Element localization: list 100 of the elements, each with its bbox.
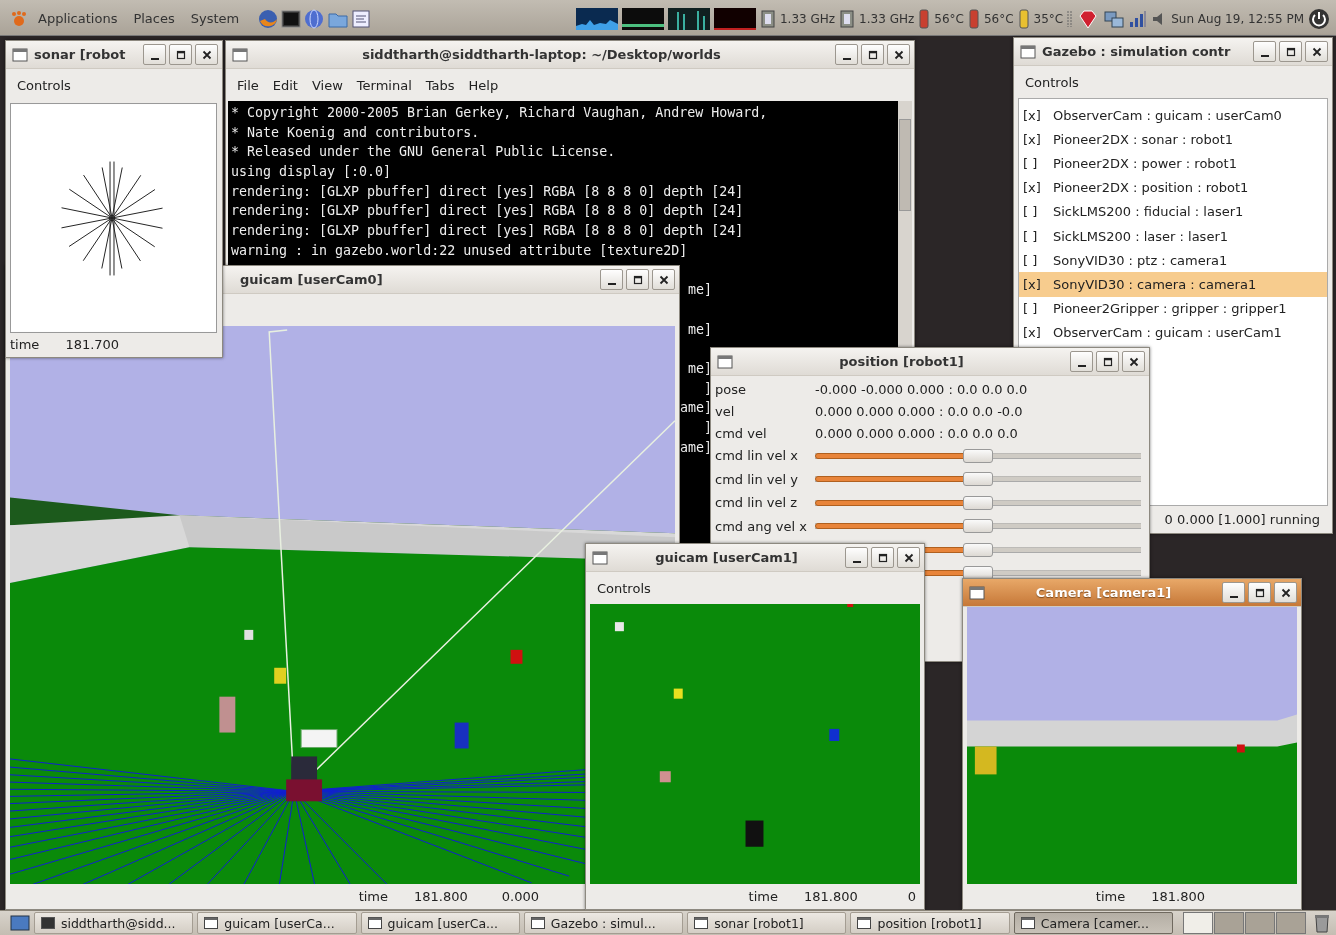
time-value: 181.800 <box>414 889 468 904</box>
cpu-graph-icon[interactable] <box>575 7 618 30</box>
terminal-line: * Nate Koenig and contributors. <box>231 123 481 142</box>
minimize-button[interactable] <box>143 44 166 65</box>
menu-item[interactable]: Terminal <box>351 77 417 93</box>
window-icon[interactable] <box>592 550 608 565</box>
time-value: 181.800 <box>1151 889 1205 904</box>
model-list-item[interactable]: [ ] SonyVID30 : ptz : camera1 <box>1019 248 1327 273</box>
terminal-line: me] <box>687 360 712 376</box>
model-list-item[interactable]: [x] SonyVID30 : camera : camera1 <box>1019 272 1327 297</box>
minimize-button[interactable] <box>845 547 868 568</box>
script-icon[interactable] <box>351 8 372 29</box>
taskbar-button[interactable]: Camera [camer... <box>1013 912 1174 934</box>
chip-icon[interactable] <box>759 8 776 29</box>
minimize-icon <box>1077 364 1086 367</box>
window-icon <box>367 917 382 929</box>
time-label: time <box>748 889 778 904</box>
maximize-button[interactable] <box>1096 351 1119 372</box>
close-button[interactable] <box>1274 582 1297 603</box>
model-list-item[interactable]: [ ] Pioneer2DX : power : robot1 <box>1019 151 1327 176</box>
signal-icon[interactable] <box>1129 9 1148 28</box>
slider-thumb[interactable] <box>963 542 993 557</box>
close-button[interactable] <box>652 269 675 290</box>
minimize-button[interactable] <box>1222 582 1245 603</box>
model-list-item[interactable]: [ ] SickLMS200 : laser : laser1 <box>1019 223 1327 249</box>
window-title: position [robot1] <box>838 354 965 369</box>
maximize-button[interactable] <box>861 44 884 65</box>
taskbar-button[interactable]: guicam [userCa... <box>360 912 520 934</box>
scrollbar[interactable] <box>898 101 912 347</box>
model-list-item[interactable]: [x] Pioneer2DX : position : robot1 <box>1019 175 1327 200</box>
model-list-item[interactable]: [x] Pioneer2DX : sonar : robot1 <box>1019 127 1327 152</box>
menu-item[interactable]: Edit <box>267 77 303 93</box>
chip-icon[interactable] <box>839 8 856 29</box>
thermometer-icon[interactable] <box>967 8 980 29</box>
menu-item[interactable]: Help <box>463 77 504 93</box>
memory-graph-icon[interactable] <box>621 7 664 30</box>
maximize-button[interactable] <box>626 269 649 290</box>
window-icon[interactable] <box>1020 44 1036 59</box>
panel-menu[interactable]: System <box>184 11 246 26</box>
load-graph-icon[interactable] <box>713 7 756 30</box>
slider-thumb[interactable] <box>963 448 993 463</box>
window-title: sonar [robot <box>34 47 127 62</box>
minimize-button[interactable] <box>1253 41 1276 62</box>
maximize-button[interactable] <box>169 44 192 65</box>
maximize-button[interactable] <box>1248 582 1271 603</box>
menu-item[interactable]: View <box>306 77 348 93</box>
terminal-line: ] <box>704 380 712 396</box>
close-button[interactable] <box>195 44 218 65</box>
window-title: Gazebo : simulation contr <box>1042 44 1232 59</box>
window-icon[interactable] <box>12 47 28 62</box>
model-list-item[interactable]: [ ] Pioneer2Gripper : gripper : gripper1 <box>1019 296 1327 321</box>
model-list-item[interactable]: [ ] SickLMS200 : fiducial : laser1 <box>1019 199 1327 224</box>
menu-item[interactable]: Controls <box>1020 74 1084 90</box>
slider-thumb[interactable] <box>963 472 993 487</box>
time-label: time <box>10 336 40 352</box>
menu-item[interactable]: File <box>232 77 264 93</box>
terminal-icon[interactable] <box>281 8 302 29</box>
taskbar-button[interactable]: Gazebo : simul... <box>523 912 684 934</box>
temperature-reading: 56°C <box>934 11 964 26</box>
menu-item[interactable]: Controls <box>592 580 656 596</box>
scrollbar-thumb[interactable] <box>899 119 911 211</box>
panel-menu[interactable]: Applications <box>32 11 124 26</box>
power-icon[interactable] <box>1308 7 1330 30</box>
temperature-reading: 35°C <box>1033 11 1064 26</box>
workspace-switcher[interactable] <box>1183 912 1307 934</box>
terminal-line: ame] <box>679 400 712 416</box>
thermometer-icon[interactable] <box>1017 8 1030 29</box>
model-list-item[interactable]: [x] ObserverCam : guicam : userCam1 <box>1019 320 1327 345</box>
panel-menu[interactable]: Places <box>127 11 181 26</box>
minimize-icon <box>150 57 159 60</box>
slider-thumb[interactable] <box>963 519 993 534</box>
network-graph-icon[interactable] <box>667 7 710 30</box>
window-icon[interactable] <box>969 585 985 600</box>
window-icon[interactable] <box>232 47 248 62</box>
menu-item[interactable]: Tabs <box>420 77 460 93</box>
model-list-item[interactable]: [x] ObserverCam : guicam : userCam0 <box>1019 103 1327 128</box>
show-desktop-icon[interactable] <box>10 914 30 932</box>
taskbar-button[interactable]: siddtharth@sidd... <box>33 912 194 934</box>
status-value: 0 <box>907 889 916 904</box>
clock[interactable]: Sun Aug 19, 12:55 PM <box>1171 11 1304 26</box>
maximize-button[interactable] <box>1279 41 1302 62</box>
close-button[interactable] <box>1305 41 1328 62</box>
slider-thumb[interactable] <box>963 495 993 510</box>
window-icon[interactable] <box>717 354 733 369</box>
thermometer-icon[interactable] <box>918 8 931 29</box>
minimize-button[interactable] <box>835 44 858 65</box>
menu-item[interactable]: Controls <box>12 77 76 93</box>
maximize-icon <box>1285 46 1296 57</box>
taskbar-button[interactable]: guicam [userCa... <box>197 912 357 934</box>
trash-icon[interactable] <box>1314 913 1330 933</box>
close-button[interactable] <box>887 44 910 65</box>
taskbar-button[interactable]: position [robot1] <box>850 912 1010 934</box>
minimize-button[interactable] <box>600 269 623 290</box>
close-button[interactable] <box>897 547 920 568</box>
window-icon <box>857 917 872 929</box>
minimize-button[interactable] <box>1070 351 1093 372</box>
maximize-button[interactable] <box>871 547 894 568</box>
close-button[interactable] <box>1122 351 1145 372</box>
terminal-line: ame] <box>679 439 712 455</box>
taskbar-button[interactable]: sonar [robot1] <box>687 912 847 934</box>
